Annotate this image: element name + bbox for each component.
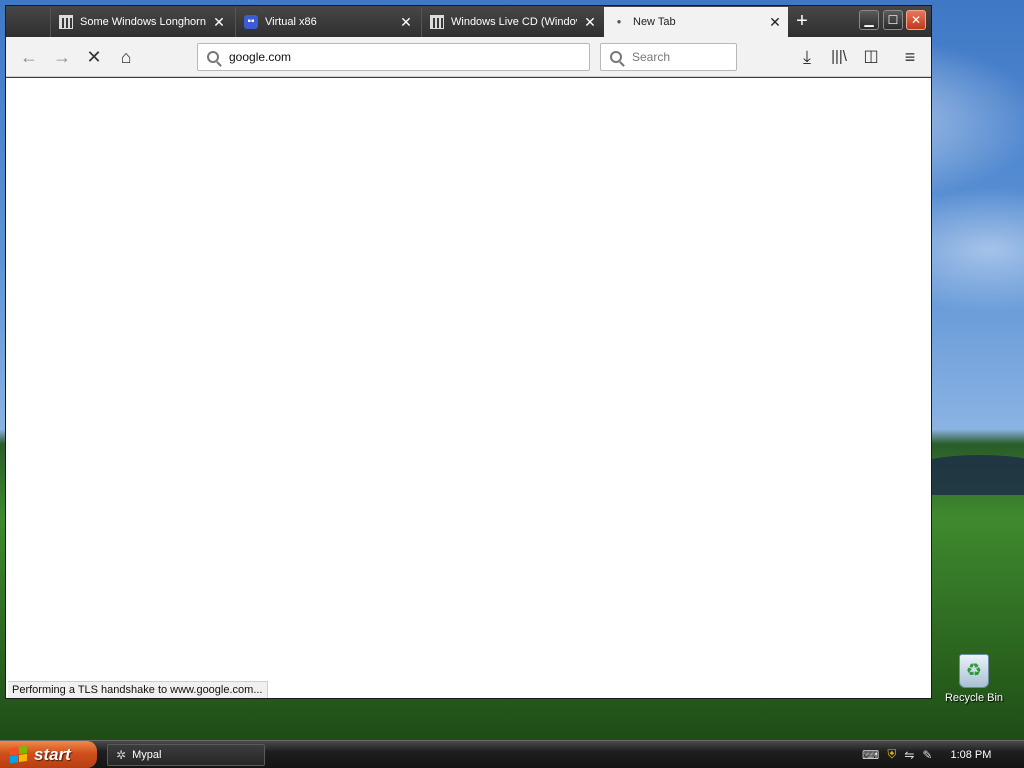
page-content — [6, 78, 931, 698]
tab-title: Windows Live CD (Windov — [451, 16, 577, 28]
tab-some-windows-longhorn[interactable]: Some Windows Longhorn ✕ — [50, 7, 232, 37]
tab-windows-live-cd[interactable]: Windows Live CD (Windov ✕ — [421, 7, 603, 37]
virtual-x86-icon: ▪▪ — [244, 15, 258, 29]
close-icon[interactable]: ✕ — [206, 14, 232, 31]
url-bar[interactable]: google.com — [197, 43, 590, 71]
tab-new-tab[interactable]: ● New Tab ✕ — [604, 7, 788, 37]
maximize-button[interactable]: ☐ — [883, 10, 903, 30]
taskbar: start ✲ Mypal ⌨ ⛨ ⇋ ✎ 1:08 PM — [0, 740, 1024, 768]
mypal-icon: ✲ — [116, 748, 127, 762]
loading-dot-icon: ● — [616, 17, 622, 26]
tab-title: Some Windows Longhorn — [80, 16, 206, 28]
status-bar: Performing a TLS handshake to www.google… — [8, 681, 268, 698]
recycle-bin[interactable]: Recycle Bin — [942, 654, 1006, 704]
close-icon[interactable]: ✕ — [762, 14, 788, 31]
search-icon — [207, 51, 219, 63]
tab-virtual-x86[interactable]: ▪▪ Virtual x86 ✕ — [235, 7, 419, 37]
windows-logo-icon — [10, 745, 28, 764]
downloads-button[interactable]: ⤓ — [793, 43, 821, 71]
recycle-bin-icon[interactable] — [959, 654, 989, 688]
url-text[interactable]: google.com — [229, 50, 291, 64]
search-icon — [610, 51, 622, 63]
start-button[interactable]: start — [0, 741, 97, 768]
back-button[interactable]: ← — [15, 43, 43, 71]
security-shield-icon[interactable]: ⛨ — [887, 747, 896, 762]
close-icon[interactable]: ✕ — [393, 14, 419, 31]
tab-strip: Some Windows Longhorn ✕ ▪▪ Virtual x86 ✕… — [6, 6, 931, 37]
forward-button[interactable]: → — [48, 43, 76, 71]
search-placeholder[interactable]: Search — [632, 50, 670, 64]
museum-icon — [59, 15, 73, 29]
stop-button[interactable]: ✕ — [80, 43, 108, 71]
close-icon[interactable]: ✕ — [577, 14, 603, 31]
network-icon[interactable]: ⇋ — [904, 748, 914, 762]
sidebar-button[interactable]: ◫ — [857, 43, 885, 71]
search-bar[interactable]: Search — [600, 43, 737, 71]
tab-title: New Tab — [633, 16, 676, 28]
library-button[interactable]: |||\ — [825, 43, 853, 71]
tab-title: Virtual x86 — [265, 16, 317, 28]
navigation-toolbar: ← → ✕ ⌂ google.com Search ⤓ |||\ ◫ ≡ — [6, 37, 931, 77]
task-label: Mypal — [132, 749, 162, 761]
museum-icon — [430, 15, 444, 29]
taskbar-item-mypal[interactable]: ✲ Mypal — [107, 744, 265, 766]
system-tray: ⌨ ⛨ ⇋ ✎ 1:08 PM — [862, 741, 1024, 768]
clock[interactable]: 1:08 PM — [950, 749, 991, 761]
browser-window: Some Windows Longhorn ✕ ▪▪ Virtual x86 ✕… — [5, 5, 932, 699]
home-button[interactable]: ⌂ — [112, 43, 140, 71]
start-label: start — [34, 744, 71, 764]
menu-button[interactable]: ≡ — [896, 43, 924, 71]
new-tab-button[interactable]: + — [789, 10, 815, 34]
window-close-button[interactable]: ✕ — [906, 10, 926, 30]
recycle-bin-label[interactable]: Recycle Bin — [942, 692, 1006, 704]
minimize-button[interactable]: ▁ — [859, 10, 879, 30]
safely-remove-hardware-icon[interactable]: ✎ — [922, 748, 932, 762]
keyboard-icon[interactable]: ⌨ — [862, 748, 879, 762]
